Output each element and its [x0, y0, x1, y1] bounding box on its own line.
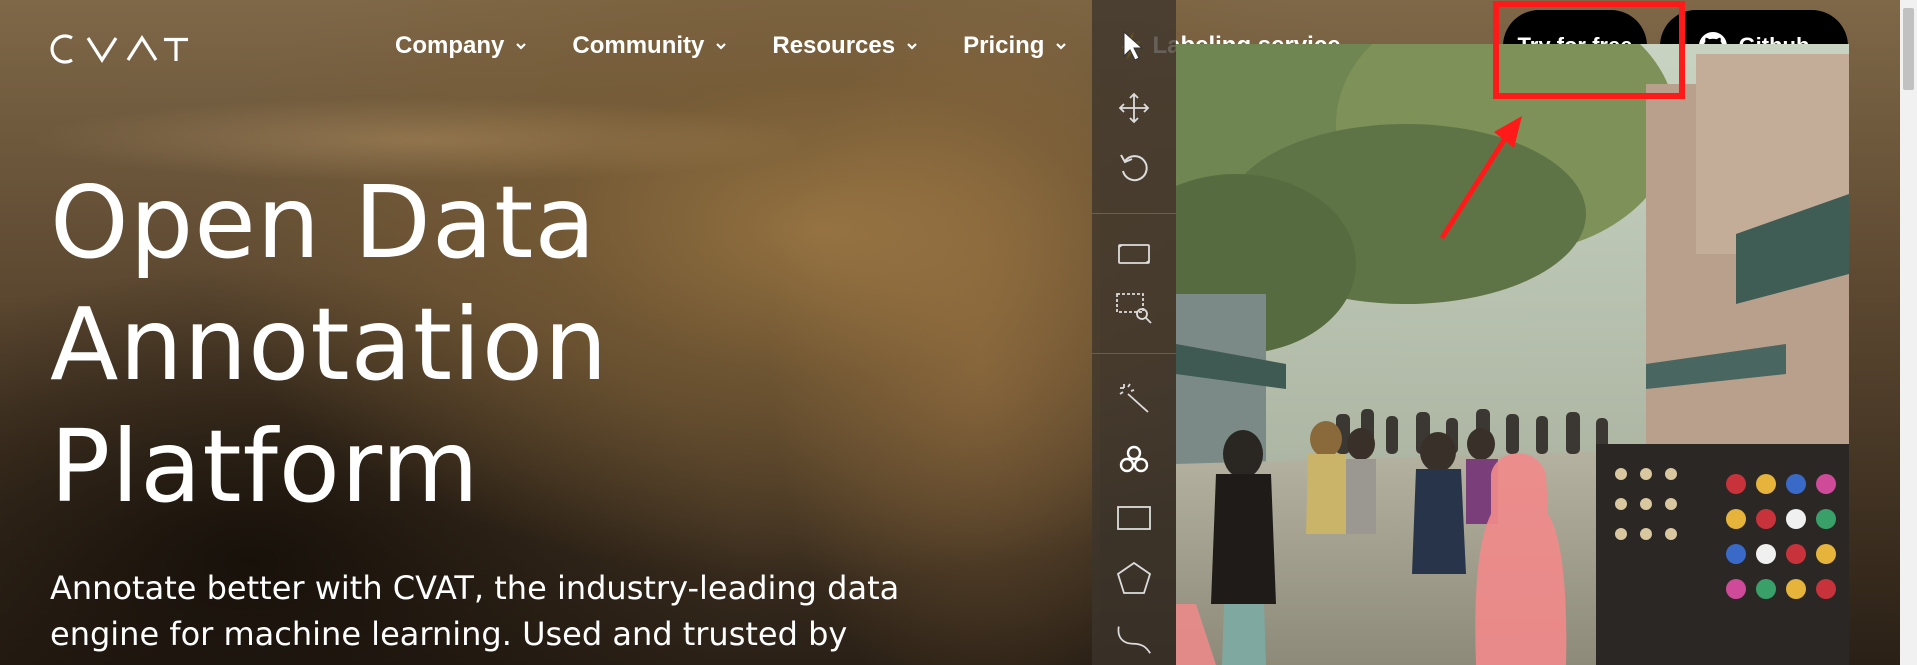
- cvat-logo[interactable]: [50, 34, 190, 64]
- rotate-icon[interactable]: [1114, 148, 1154, 188]
- nav-resources-label: Resources: [772, 32, 896, 59]
- hero-subtitle-line-1: Annotate better with CVAT, the industry-…: [50, 569, 900, 607]
- polyline-icon[interactable]: [1114, 618, 1154, 658]
- nav-company-label: Company: [395, 32, 505, 59]
- chevron-down-icon: [516, 43, 527, 50]
- chevron-down-icon: [1056, 43, 1067, 50]
- nav-community-label: Community: [572, 32, 705, 59]
- annotation-toolbar: [1092, 0, 1176, 665]
- hero-title-line-3: Platform: [50, 408, 480, 525]
- cvat-logo-mark: [50, 34, 188, 64]
- nav-pricing[interactable]: Pricing: [963, 22, 1068, 70]
- polygon-icon[interactable]: [1114, 558, 1154, 598]
- toolbar-divider: [1092, 353, 1176, 354]
- magic-wand-icon[interactable]: [1114, 378, 1154, 418]
- hero-title-line-2: Annotation: [50, 286, 609, 403]
- scrollbar-thumb[interactable]: [1903, 8, 1914, 90]
- cursor-icon[interactable]: [1114, 26, 1154, 66]
- annotation-demo-frame: [1176, 44, 1849, 665]
- street-scene-image: [1176, 44, 1849, 665]
- hero-subtitle: Annotate better with CVAT, the industry-…: [50, 565, 950, 657]
- nav-community[interactable]: Community: [572, 22, 728, 70]
- chevron-down-icon: [716, 43, 727, 50]
- ai-tools-icon[interactable]: [1114, 440, 1154, 480]
- move-icon[interactable]: [1114, 88, 1154, 128]
- hero-title: Open Data Annotation Platform: [50, 162, 750, 528]
- fit-frame-icon[interactable]: [1114, 234, 1154, 274]
- hero-title-line-1: Open Data: [50, 164, 597, 281]
- hero-subtitle-line-2: engine for machine learning. Used and tr…: [50, 615, 848, 653]
- zoom-region-icon[interactable]: [1114, 288, 1154, 328]
- page-scrollbar[interactable]: [1900, 0, 1917, 665]
- nav-pricing-label: Pricing: [963, 32, 1045, 59]
- nav-company[interactable]: Company: [395, 22, 528, 70]
- chevron-down-icon: [907, 43, 917, 50]
- nav-resources[interactable]: Resources: [772, 22, 919, 70]
- rectangle-icon[interactable]: [1114, 498, 1154, 538]
- toolbar-divider: [1092, 213, 1176, 214]
